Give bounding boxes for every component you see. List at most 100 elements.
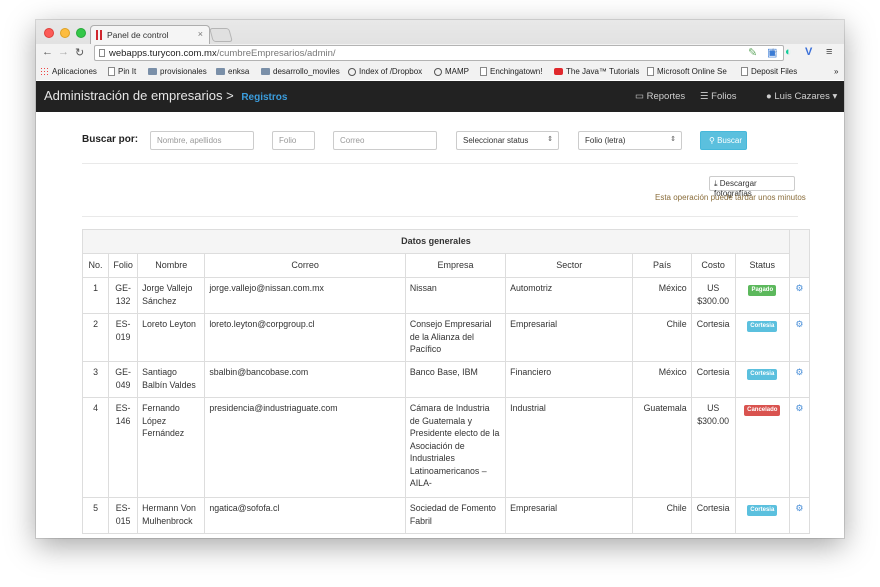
actions-header [788, 229, 811, 278]
cell-status: Cortesia [734, 361, 790, 398]
globe-icon [434, 67, 442, 76]
gears-icon[interactable]: ⚙ [795, 367, 803, 377]
table-row: 3 GE-049 Santiago Balbín Valdes sbalbin@ban… [81, 361, 811, 398]
nav-reportes-label: Reportes [646, 91, 686, 102]
extension-box-icon[interactable]: ▣ [767, 46, 777, 59]
close-window-button[interactable] [44, 28, 54, 38]
extension-c-icon[interactable]: ◐ [785, 46, 792, 58]
download-note: Esta operación puede tardar unos minutos [655, 193, 806, 202]
download-photos-button[interactable]: ⤓ Descargar fotografías [709, 176, 795, 198]
table-row: 2 ES-019 Loreto Leyton loreto.leyton@corpgr… [81, 313, 811, 362]
status-select-value: Seleccionar status [463, 136, 529, 145]
cell-correo: ngatica@sofofa.cl [204, 497, 406, 534]
bookmark-label: Enchingatown! [490, 67, 543, 76]
url-path: /cumbreEmpresarios/admin/ [216, 48, 336, 59]
navbar-brand[interactable]: Administración de empresarios > Registro… [44, 88, 287, 103]
bookmarks-more-button[interactable]: » [834, 67, 838, 76]
cell-empresa: Consejo Empresarial de la Alianza del Pa… [404, 313, 507, 362]
bookmark-label: provisionales [160, 67, 207, 76]
bookmarks-bar: Aplicaciones Pin It provisionales enksa … [36, 64, 844, 80]
gears-icon[interactable]: ⚙ [795, 503, 803, 513]
browser-tab[interactable]: Panel de control × [90, 25, 210, 44]
select-arrows-icon: ⇕ [670, 136, 676, 143]
browser-window: Panel de control × ← → ↻ webapps.turycon… [36, 20, 844, 538]
cell-status: Cortesia [734, 497, 790, 534]
cell-empresa: Cámara de Industria de Guatemala y Presi… [404, 397, 507, 498]
cell-pais: Chile [632, 313, 692, 362]
cell-status: Pagado [734, 277, 790, 314]
search-icon: ⚲ [709, 136, 715, 145]
cell-correo: loreto.leyton@corpgroup.cl [204, 313, 406, 362]
bookmark-item[interactable]: Pin It [108, 67, 136, 76]
column-header: Sector [505, 253, 634, 278]
forward-arrow-icon[interactable]: → [58, 46, 69, 58]
folio-letra-select-value: Folio (letra) [585, 136, 626, 145]
page-icon [108, 67, 115, 76]
gears-icon[interactable]: ⚙ [795, 403, 803, 413]
minimize-window-button[interactable] [60, 28, 70, 38]
folder-icon [216, 68, 225, 75]
column-header: Status [734, 253, 790, 278]
bookmark-item[interactable]: Deposit Files [741, 67, 797, 76]
gears-icon[interactable]: ⚙ [795, 319, 803, 329]
page-icon [741, 67, 748, 76]
reload-icon[interactable]: ↻ [75, 46, 84, 59]
zoom-window-button[interactable] [76, 28, 86, 38]
bookmark-label: MAMP [445, 67, 469, 76]
group-header: Datos generales [82, 229, 790, 254]
address-bar[interactable]: webapps.turycon.com.mx/cumbreEmpresarios… [94, 45, 784, 61]
bookmark-item[interactable]: enksa [216, 67, 249, 76]
status-select[interactable]: Seleccionar status ⇕ [456, 131, 559, 150]
column-header: Empresa [404, 253, 507, 278]
page-icon [99, 49, 105, 57]
bookmark-item[interactable]: MAMP [434, 67, 469, 76]
gears-icon[interactable]: ⚙ [795, 283, 803, 293]
cell-nombre: Hermann Von Mulhenbrock [137, 497, 206, 534]
bookmark-item[interactable]: Aplicaciones [40, 67, 97, 76]
page-icon [647, 67, 654, 76]
bookmark-item[interactable]: The Java™ Tutorials [554, 67, 639, 76]
tab-close-icon[interactable]: × [198, 29, 203, 39]
correo-input[interactable]: Correo [333, 131, 437, 150]
extension-v-icon[interactable]: V [805, 46, 812, 58]
bookmark-label: Pin It [118, 67, 137, 76]
table-row: 1 GE-132 Jorge Vallejo Sánchez jorge.vallej… [81, 277, 811, 314]
report-icon: ▭ [635, 91, 644, 102]
nav-folios[interactable]: ☰ Folios [700, 91, 737, 102]
column-header: Nombre [137, 253, 206, 278]
user-menu[interactable]: ● Luis Cazares ▾ [766, 91, 837, 102]
cell-correo: jorge.vallejo@nissan.com.mx [204, 277, 406, 314]
bookmark-item[interactable]: provisionales [148, 67, 207, 76]
new-tab-button[interactable] [209, 28, 233, 42]
bookmark-item[interactable]: Microsoft Online Se [647, 67, 727, 76]
extension-dropper-icon[interactable]: ✎ [748, 46, 757, 59]
menu-icon[interactable]: ≡ [826, 46, 832, 58]
registros-table: Datos generales No. Folio Nombre Correo … [81, 229, 811, 534]
divider [82, 216, 798, 217]
url-host: webapps.turycon.com.mx [109, 48, 217, 59]
cell-nombre: Jorge Vallejo Sánchez [137, 277, 206, 314]
folio-input[interactable]: Folio [272, 131, 315, 150]
bookmark-item[interactable]: Index of /Dropbox [348, 67, 422, 76]
breadcrumb-section[interactable]: Registros [241, 92, 287, 103]
column-header: No. [81, 253, 110, 278]
window-controls [44, 28, 86, 38]
apps-grid-icon [40, 67, 49, 76]
status-badge: Cortesia [747, 369, 778, 380]
bookmark-item[interactable]: desarrollo_moviles [261, 67, 340, 76]
download-icon: ⤓ [714, 179, 718, 188]
back-arrow-icon[interactable]: ← [42, 46, 53, 58]
nav-reportes[interactable]: ▭ Reportes [635, 91, 685, 102]
cell-no: 1 [81, 277, 110, 314]
row-actions: ⚙ [788, 361, 811, 398]
column-header: Folio [108, 253, 139, 278]
folio-letra-select[interactable]: Folio (letra) ⇕ [578, 131, 682, 150]
nombre-input[interactable]: Nombre, apellidos [150, 131, 254, 150]
search-button[interactable]: ⚲ Buscar [700, 131, 747, 150]
tab-title: Panel de control [107, 30, 169, 40]
bookmark-item[interactable]: Enchingatown! [480, 67, 542, 76]
app-navbar: Administración de empresarios > Registro… [36, 81, 844, 112]
cell-no: 3 [81, 361, 110, 398]
cell-status: Cortesia [734, 313, 790, 362]
row-actions: ⚙ [788, 397, 811, 498]
